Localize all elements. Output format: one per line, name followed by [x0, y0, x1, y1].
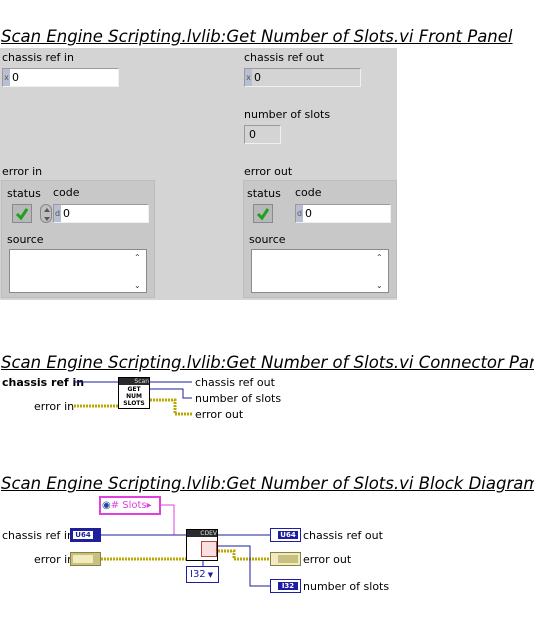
error-out-code-value: 0	[305, 207, 312, 220]
cp-error-out-label: error out	[195, 408, 244, 421]
type-selector-value: I32	[190, 569, 206, 580]
chassis-ref-in-label: chassis ref in	[2, 51, 74, 64]
error-in-code-label: code	[53, 186, 80, 199]
arrow-right-icon: ▸	[146, 500, 152, 511]
chassis-ref-in-value: 0	[12, 71, 19, 84]
error-in-label: error in	[2, 165, 43, 178]
scroll-down-icon[interactable]: ⌄	[134, 282, 141, 290]
error-out-source-label: source	[249, 233, 286, 246]
error-cluster-icon	[73, 555, 93, 563]
stepper-arrows-icon	[44, 208, 50, 221]
error-out-source-textbox: ⌃ ⌄	[251, 249, 389, 293]
error-cluster-icon	[278, 555, 298, 563]
connector-pane-heading: Scan Engine Scripting.lvlib:Get Number o…	[1, 353, 534, 372]
number-of-slots-value: 0	[249, 128, 256, 141]
scroll-down-icon[interactable]: ⌄	[376, 282, 383, 290]
wire-bd-number-of-slots	[218, 545, 270, 587]
error-out-code-indicator: d0	[295, 204, 391, 223]
property-node[interactable]: CDEV	[186, 529, 218, 561]
error-in-source-textbox[interactable]: ⌃ ⌄	[9, 249, 147, 293]
bd-chassis-ref-in-terminal[interactable]: U64	[70, 528, 101, 542]
bd-chassis-ref-out-terminal[interactable]: U64	[270, 528, 301, 542]
cp-icon-banner: Scan	[119, 378, 149, 385]
property-constant-text: # Slots	[110, 500, 147, 511]
error-in-status-label: status	[7, 187, 41, 200]
cp-icon-text: GET NUM SLOTS	[119, 386, 149, 407]
subvi-banner: CDEV	[187, 530, 217, 537]
bd-number-of-slots-terminal[interactable]: I32	[270, 579, 301, 593]
error-out-status-label: status	[247, 187, 281, 200]
u64-tag: U64	[278, 531, 298, 539]
chassis-ref-out-value: 0	[254, 71, 261, 84]
wire-bd-error-out	[218, 549, 270, 561]
front-panel: chassis ref in x0 chassis ref out x0 num…	[0, 48, 397, 300]
cp-number-of-slots-label: number of slots	[195, 392, 282, 405]
number-of-slots-indicator: 0	[244, 125, 281, 144]
wire-error-out	[150, 398, 192, 416]
globe-icon: ◉	[102, 500, 111, 511]
bd-chassis-ref-in-label: chassis ref in	[2, 529, 74, 542]
bd-error-out-terminal[interactable]	[270, 552, 301, 566]
number-of-slots-label: number of slots	[244, 108, 331, 121]
cp-icon-text-line: GET	[127, 386, 141, 393]
error-in-code-stepper[interactable]	[40, 204, 52, 223]
error-out-code-label: code	[295, 186, 322, 199]
i32-tag: I32	[278, 582, 298, 590]
connector-pane-icon: Scan GET NUM SLOTS	[118, 377, 150, 409]
error-out-label: error out	[244, 165, 293, 178]
bd-number-of-slots-label: number of slots	[303, 580, 390, 593]
error-in-status-checkbox[interactable]	[12, 204, 32, 223]
checkmark-icon	[15, 208, 29, 221]
block-diagram-heading: Scan Engine Scripting.lvlib:Get Number o…	[1, 474, 534, 493]
chevron-down-icon: ▼	[207, 571, 214, 579]
bd-chassis-ref-out-label: chassis ref out	[303, 529, 383, 542]
bd-error-out-label: error out	[303, 553, 352, 566]
chassis-ref-out-label: chassis ref out	[244, 51, 324, 64]
list-icon	[201, 541, 217, 557]
error-out-cluster: status code d0 source ⌃ ⌄	[243, 180, 397, 298]
cp-icon-text-line: SLOTS	[123, 400, 145, 407]
front-panel-heading: Scan Engine Scripting.lvlib:Get Number o…	[1, 27, 513, 46]
scroll-up-icon[interactable]: ⌃	[134, 254, 141, 262]
u64-tag: U64	[73, 531, 93, 539]
radix-indicator: d	[54, 205, 61, 222]
radix-indicator: x	[245, 69, 252, 86]
radix-indicator: x	[3, 69, 10, 86]
bd-error-in-label: error in	[34, 553, 75, 566]
radix-indicator: d	[296, 205, 303, 222]
scrollbar[interactable]: ⌃ ⌄	[374, 252, 386, 290]
cp-chassis-ref-in-label: chassis ref in	[2, 376, 85, 389]
property-constant[interactable]: ◉# Slots▸	[102, 499, 158, 512]
error-in-code-control[interactable]: d0	[53, 204, 149, 223]
bd-error-in-terminal[interactable]	[70, 552, 101, 566]
chassis-ref-out-indicator: x0	[244, 68, 361, 87]
cp-error-in-label: error in	[34, 400, 75, 413]
cp-chassis-ref-out-label: chassis ref out	[195, 376, 275, 389]
checkmark-icon	[256, 208, 270, 221]
error-in-cluster: status code d0 source ⌃ ⌄	[1, 180, 155, 298]
cp-icon-text-line: NUM	[126, 393, 142, 400]
type-selector-ring[interactable]: I32 ▼	[186, 566, 219, 583]
scrollbar[interactable]: ⌃ ⌄	[132, 252, 144, 290]
wire-number-of-slots	[150, 388, 192, 399]
chassis-ref-in-control[interactable]: x0	[2, 68, 119, 87]
scroll-up-icon[interactable]: ⌃	[376, 254, 383, 262]
error-in-code-value: 0	[63, 207, 70, 220]
error-out-status-indicator	[253, 204, 273, 223]
error-in-source-label: source	[7, 233, 44, 246]
